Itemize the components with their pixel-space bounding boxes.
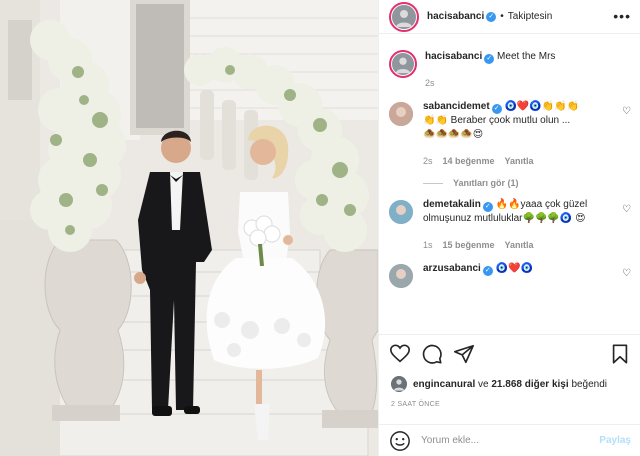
comment-likes[interactable]: 14 beğenme bbox=[443, 154, 495, 168]
comment-like-heart-icon[interactable]: ♡ bbox=[622, 106, 631, 117]
comment-emojis-2: 🧆🧆🧆🧆😍 bbox=[423, 129, 484, 140]
likes-suffix: beğendi bbox=[571, 378, 608, 390]
comment-avatar[interactable] bbox=[389, 102, 413, 126]
comment-username[interactable]: sabancidemet bbox=[423, 101, 490, 112]
view-replies-label[interactable]: Yanıtları gör (1) bbox=[453, 178, 519, 188]
post-photo[interactable] bbox=[0, 0, 378, 456]
caption-meta: 2s bbox=[425, 76, 615, 90]
more-options-icon[interactable]: ••• bbox=[613, 8, 631, 24]
caption-avatar[interactable] bbox=[392, 53, 414, 75]
comment-like-heart-icon[interactable]: ♡ bbox=[622, 204, 631, 215]
verified-badge-icon: ✓ bbox=[484, 54, 495, 64]
verified-badge-icon: ✓ bbox=[486, 11, 497, 22]
separator-dot: • bbox=[500, 11, 504, 22]
caption-username[interactable]: hacisabanci bbox=[425, 51, 482, 62]
caption-avatar-ring[interactable] bbox=[389, 50, 417, 78]
caption-time[interactable]: 2s bbox=[425, 76, 435, 90]
caption-body: hacisabanci ✓ Meet the Mrs 2s bbox=[425, 50, 631, 90]
likes-connector: ve bbox=[478, 378, 489, 390]
avatar-icon bbox=[391, 376, 407, 392]
verified-badge-icon: ✓ bbox=[482, 202, 493, 212]
follow-status-button[interactable]: Takiptesin bbox=[508, 11, 552, 22]
author-avatar[interactable] bbox=[392, 4, 416, 29]
avatar-icon bbox=[392, 4, 416, 29]
caption-text: Meet the Mrs bbox=[497, 51, 556, 62]
comment-meta: 1s 15 beğenme Yanıtla bbox=[423, 238, 615, 252]
replies-line bbox=[423, 182, 443, 184]
post-header: hacisabanci ✓ • Takiptesin ••• bbox=[379, 0, 640, 34]
comment-text: 🧿❤️🧿 bbox=[495, 263, 533, 274]
comment-likes[interactable]: 15 beğenme bbox=[443, 238, 495, 252]
comment-icon[interactable] bbox=[421, 343, 443, 365]
author-username[interactable]: hacisabanci bbox=[427, 11, 484, 22]
comment-avatar[interactable] bbox=[389, 200, 413, 224]
reply-button[interactable]: Yanıtla bbox=[505, 238, 534, 252]
likes-summary: engincanural ve 21.868 diğer kişi beğend… bbox=[391, 376, 607, 392]
likes-count[interactable]: 21.868 diğer kişi bbox=[491, 379, 568, 390]
comment-composer: Paylaş bbox=[379, 424, 640, 456]
comment-item: arzusabanci ✓ 🧿❤️🧿 ♡ bbox=[389, 262, 631, 288]
comment-username[interactable]: demetakalin bbox=[423, 199, 481, 210]
wedding-photo bbox=[0, 0, 378, 456]
comment-emojis: 🧿❤️🧿👏👏👏 bbox=[504, 101, 580, 112]
share-icon[interactable] bbox=[453, 343, 475, 365]
heart-icon[interactable] bbox=[389, 343, 411, 365]
comment-text: 👏👏 Beraber çook mutlu olun ... bbox=[423, 115, 571, 126]
comment-body: demetakalin ✓ 🔥🔥yaaa çok güzel olmuşunuz … bbox=[423, 198, 631, 252]
liker-username[interactable]: engincanural bbox=[413, 379, 475, 390]
post-comment-button[interactable]: Paylaş bbox=[599, 435, 631, 446]
comment-time[interactable]: 2s bbox=[423, 154, 433, 168]
comment-item: demetakalin ✓ 🔥🔥yaaa çok güzel olmuşunuz … bbox=[389, 198, 631, 252]
verified-badge-icon: ✓ bbox=[491, 104, 502, 114]
view-replies[interactable]: Yanıtları gör (1) bbox=[423, 178, 631, 188]
comment-avatar[interactable] bbox=[389, 264, 413, 288]
comments-list[interactable]: hacisabanci ✓ Meet the Mrs 2s sabancideme… bbox=[379, 50, 640, 332]
comment-username[interactable]: arzusabanci bbox=[423, 263, 481, 274]
verified-badge-icon: ✓ bbox=[482, 266, 493, 276]
comment-item: sabancidemet ✓ 🧿❤️🧿👏👏👏 👏👏 Beraber çook mu… bbox=[389, 100, 631, 168]
avatar-icon bbox=[389, 102, 413, 126]
liker-avatar[interactable] bbox=[391, 376, 407, 392]
action-bar bbox=[379, 334, 640, 374]
author-avatar-ring[interactable] bbox=[389, 1, 419, 32]
avatar-icon bbox=[389, 264, 413, 288]
bookmark-icon[interactable] bbox=[609, 343, 631, 365]
reply-button[interactable]: Yanıtla bbox=[505, 154, 534, 168]
emoji-icon[interactable] bbox=[389, 430, 411, 452]
avatar-icon bbox=[389, 200, 413, 224]
comment-like-heart-icon[interactable]: ♡ bbox=[622, 268, 631, 279]
caption: hacisabanci ✓ Meet the Mrs 2s bbox=[389, 50, 631, 90]
comment-time[interactable]: 1s bbox=[423, 238, 433, 252]
comment-input[interactable] bbox=[421, 435, 592, 446]
avatar-icon bbox=[392, 53, 414, 75]
comment-body: sabancidemet ✓ 🧿❤️🧿👏👏👏 👏👏 Beraber çook mu… bbox=[423, 100, 631, 168]
post-date[interactable]: 2 SAAT ÖNCE bbox=[391, 401, 440, 408]
comment-meta: 2s 14 beğenme Yanıtla bbox=[423, 154, 615, 168]
comment-body: arzusabanci ✓ 🧿❤️🧿 bbox=[423, 262, 631, 288]
post-detail-panel: hacisabanci ✓ • Takiptesin ••• hacisaban… bbox=[378, 0, 640, 456]
